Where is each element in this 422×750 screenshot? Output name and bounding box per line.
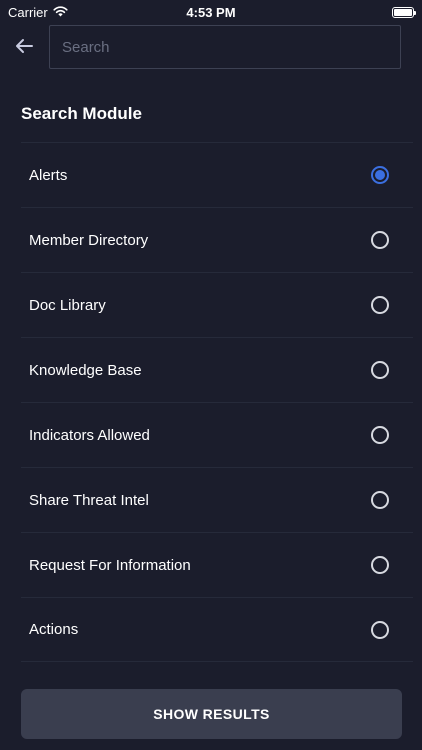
section-title: Search Module — [21, 104, 142, 123]
battery-icon — [392, 6, 416, 18]
radio-button[interactable] — [371, 166, 389, 184]
option-label: Knowledge Base — [29, 361, 142, 379]
status-time: 4:53 PM — [186, 4, 236, 20]
option-member-directory[interactable]: Member Directory — [21, 207, 413, 272]
option-doc-library[interactable]: Doc Library — [21, 272, 413, 337]
radio-button[interactable] — [371, 296, 389, 314]
option-label: Member Directory — [29, 231, 149, 249]
option-label: Indicators Allowed — [29, 426, 150, 444]
option-request-for-information[interactable]: Request For Information — [21, 532, 413, 597]
arrow-left-icon — [14, 38, 34, 59]
radio-button[interactable] — [371, 556, 389, 574]
option-label: Request For Information — [29, 556, 191, 574]
option-actions[interactable]: Actions — [21, 597, 413, 662]
option-label: Actions — [29, 621, 79, 638]
search-module-list: Alerts Member Directory Doc Library Know… — [21, 142, 413, 662]
back-button[interactable] — [12, 36, 36, 60]
radio-button[interactable] — [371, 426, 389, 444]
status-bar: Carrier 4:53 PM — [0, 0, 422, 24]
radio-button[interactable] — [371, 361, 389, 379]
option-indicators-allowed[interactable]: Indicators Allowed — [21, 402, 413, 467]
radio-button[interactable] — [371, 620, 389, 639]
battery-level — [394, 8, 412, 16]
radio-selected-dot — [375, 170, 385, 180]
option-share-threat-intel[interactable]: Share Threat Intel — [21, 467, 413, 532]
radio-button[interactable] — [371, 231, 389, 249]
option-label: Doc Library — [29, 296, 106, 314]
option-alerts[interactable]: Alerts — [21, 142, 413, 207]
screen: Carrier 4:53 PM Search Module — [0, 0, 422, 750]
option-label: Alerts — [29, 166, 68, 184]
option-knowledge-base[interactable]: Knowledge Base — [21, 337, 413, 402]
option-label: Share Threat Intel — [29, 491, 149, 509]
search-input[interactable] — [49, 25, 401, 69]
show-results-button[interactable]: SHOW RESULTS — [21, 689, 402, 739]
header — [0, 25, 422, 70]
radio-button[interactable] — [371, 491, 389, 509]
